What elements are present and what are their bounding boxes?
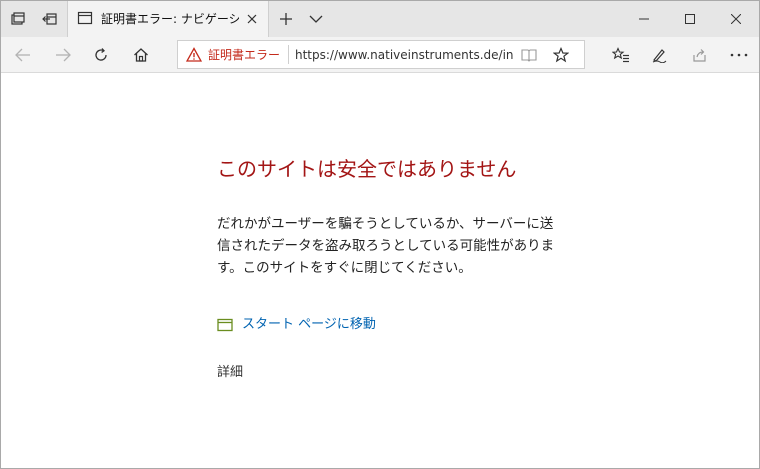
reading-view-button[interactable] <box>518 45 540 65</box>
page-favicon-icon <box>77 11 93 25</box>
home-icon <box>134 47 148 62</box>
plus-icon <box>280 13 292 25</box>
close-icon <box>247 14 257 24</box>
tab-active[interactable]: 証明書エラー: ナビゲーション <box>67 1 269 37</box>
back-arrow-icon <box>15 48 30 61</box>
start-page-link-label: スタート ページに移動 <box>242 317 376 332</box>
navigation-bar: 証明書エラー https://www.nativeinstruments.de/… <box>1 37 759 73</box>
pen-icon <box>652 48 667 63</box>
set-tabs-aside-icon <box>42 13 57 25</box>
back-button[interactable] <box>3 37 43 72</box>
go-to-start-page-link[interactable]: スタート ページに移動 <box>217 315 376 335</box>
share-button[interactable] <box>679 37 719 72</box>
browser-window: 証明書エラー: ナビゲーション <box>0 0 760 469</box>
maximize-icon <box>685 14 695 24</box>
minimize-button[interactable] <box>621 1 667 37</box>
refresh-button[interactable] <box>81 37 121 72</box>
favorites-hub-icon <box>612 46 629 62</box>
address-bar[interactable]: 証明書エラー https://www.nativeinstruments.de/… <box>177 40 585 69</box>
page-content: このサイトは安全ではありません だれかがユーザーを騙そうとしているか、サーバーに… <box>1 73 759 468</box>
tab-list-button[interactable] <box>303 1 329 37</box>
url-text[interactable]: https://www.nativeinstruments.de/index <box>295 47 513 63</box>
star-icon <box>553 47 569 63</box>
close-window-button[interactable] <box>713 1 759 37</box>
error-description: だれかがユーザーを騙そうとしているか、サーバーに送信されたデータを盗み取ろうとし… <box>217 216 555 276</box>
tab-close-button[interactable] <box>242 9 262 29</box>
address-separator <box>288 45 289 64</box>
tab-preview-icon <box>11 12 25 25</box>
favorites-hub-button[interactable] <box>601 37 641 72</box>
maximize-button[interactable] <box>667 1 713 37</box>
minimize-icon <box>639 18 649 20</box>
refresh-icon <box>95 47 107 61</box>
tab-bar: 証明書エラー: ナビゲーション <box>1 1 759 37</box>
details-link[interactable]: 詳細 <box>217 363 243 383</box>
certificate-error-label[interactable]: 証明書エラー <box>208 47 280 63</box>
share-icon <box>693 48 706 62</box>
add-favorite-button[interactable] <box>550 45 572 65</box>
page-title: このサイトは安全ではありません <box>217 157 517 181</box>
home-button[interactable] <box>121 37 161 72</box>
new-tab-button[interactable] <box>273 1 299 37</box>
tab-title: 証明書エラー: ナビゲーション <box>101 12 239 26</box>
chevron-down-icon <box>309 15 323 23</box>
start-page-icon <box>217 318 233 332</box>
set-tabs-aside-button[interactable] <box>33 1 67 37</box>
web-note-button[interactable] <box>639 37 679 72</box>
settings-more-button[interactable] <box>719 37 759 72</box>
close-window-icon <box>731 14 741 24</box>
warning-icon <box>186 47 202 62</box>
tab-preview-button[interactable] <box>1 1 35 37</box>
reading-view-icon <box>521 49 537 62</box>
more-icon <box>730 53 748 56</box>
forward-arrow-icon <box>56 48 71 61</box>
forward-button[interactable] <box>43 37 83 72</box>
